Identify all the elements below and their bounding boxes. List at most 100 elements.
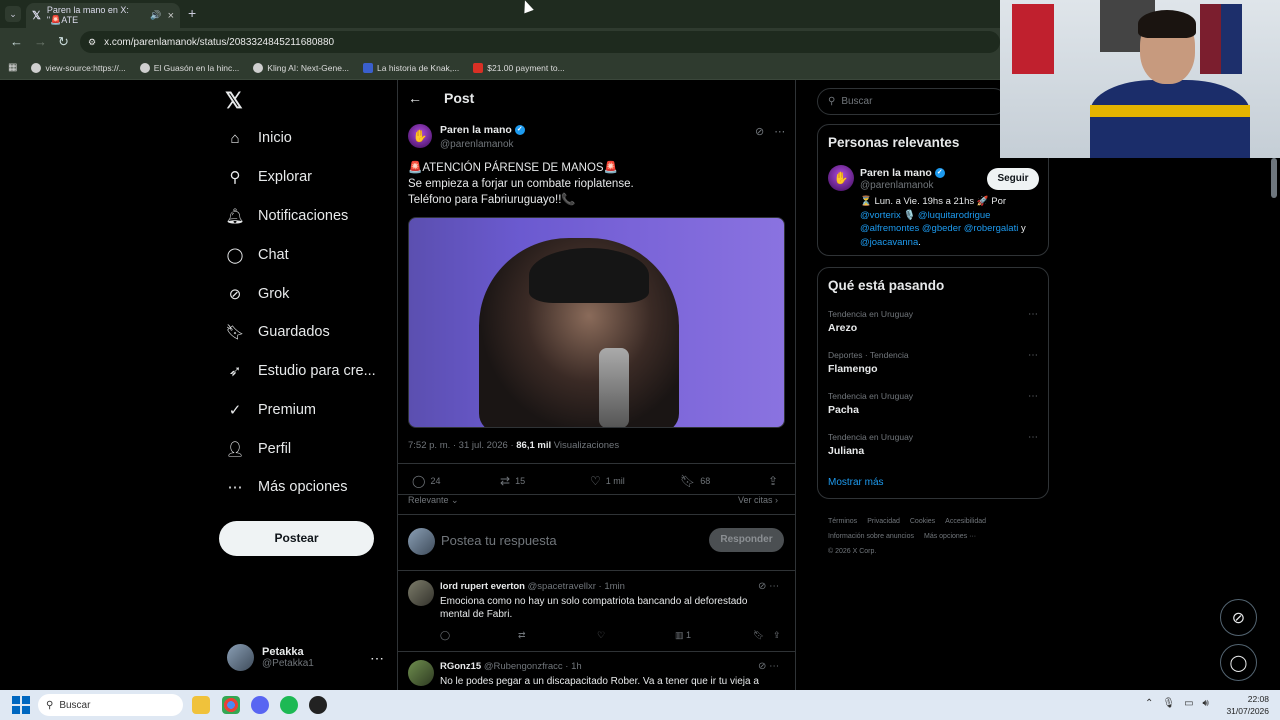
grok-icon[interactable]: ⊘ — [755, 125, 764, 138]
reload-icon[interactable]: ↻ — [58, 34, 69, 50]
comment-1[interactable]: lord rupert everton @spacetravellxr · 1m… — [398, 572, 795, 652]
quotes-link[interactable]: Ver citas › — [738, 495, 778, 505]
discord-icon[interactable] — [251, 696, 269, 714]
post-author[interactable]: ✋ Paren la mano ✓ @parenlamanok — [408, 124, 525, 150]
footer-link[interactable]: Más opciones ··· — [924, 533, 976, 540]
new-tab-button[interactable]: + — [188, 5, 196, 21]
back-arrow-icon[interactable]: ← — [408, 90, 422, 106]
sort-dropdown[interactable]: Relevante ⌄ — [408, 495, 459, 506]
post-time[interactable]: 7:52 p. m. · 31 jul. 2026 · — [408, 440, 516, 451]
scrollbar-thumb[interactable] — [1271, 158, 1277, 198]
reply-action[interactable]: ◯ 24 — [412, 474, 440, 488]
tab-search-button[interactable]: ⌄ — [5, 6, 21, 22]
share-icon[interactable]: ⇪ — [773, 630, 781, 641]
mic-icon[interactable]: 🎙︎ — [1162, 698, 1175, 709]
chat-float-button[interactable]: ◯ — [1220, 644, 1257, 681]
browser-tab[interactable]: 𝕏 Paren la mano en X: "🚨ATE 🔊 × — [26, 3, 180, 28]
nav-estudio[interactable]: ➶ Estudio para cre... — [226, 362, 376, 380]
apps-icon[interactable]: ▦ — [8, 62, 17, 73]
relevant-name[interactable]: Paren la mano ✓ — [860, 167, 945, 179]
footer-link[interactable]: Privacidad — [867, 518, 900, 525]
more-icon[interactable]: ⋯ — [1028, 309, 1038, 320]
taskbar-search[interactable]: ⚲ Buscar — [38, 694, 183, 716]
chevron-up-icon[interactable]: ⌃ — [1145, 698, 1153, 709]
comment-more-icon[interactable]: ⊘ ⋯ — [758, 581, 779, 592]
scrollbar[interactable] — [1271, 158, 1277, 688]
back-icon[interactable]: ← — [10, 34, 23, 49]
post-button[interactable]: Postear — [219, 521, 374, 556]
trend-item[interactable]: Tendencia en Uruguay Arezo ⋯ — [828, 309, 1038, 334]
close-tab-icon[interactable]: × — [168, 10, 174, 22]
spotify-icon[interactable] — [280, 696, 298, 714]
nav-premium[interactable]: ✓ Premium — [226, 401, 316, 419]
reply-input[interactable]: Postea tu respuesta — [441, 533, 557, 548]
system-clock[interactable]: 22:08 31/07/2026 — [1225, 693, 1269, 717]
search-input[interactable]: ⚲ Buscar — [817, 88, 1007, 115]
avatar[interactable] — [408, 580, 434, 606]
bookmark-icon[interactable]: 🔖︎ — [753, 630, 764, 641]
footer-link[interactable]: Términos — [828, 518, 857, 525]
nav-guardados[interactable]: 🔖︎ Guardados — [225, 323, 329, 341]
display-icon[interactable]: ▭ — [1184, 698, 1193, 709]
share-action[interactable]: ⇪ — [768, 474, 778, 488]
speaker-icon[interactable]: 🔊 — [150, 10, 161, 21]
nav-inicio[interactable]: ⌂ Inicio — [226, 129, 291, 147]
forward-icon[interactable]: → — [34, 34, 47, 49]
nav-mas-opciones[interactable]: ⋯ Más opciones — [226, 478, 348, 496]
nav-explorar[interactable]: ⚲ Explorar — [226, 168, 313, 186]
account-more-icon[interactable]: ⋯ — [370, 650, 384, 667]
bookmark-1[interactable]: view-source:https://... — [31, 62, 126, 73]
file-explorer-icon[interactable] — [192, 696, 210, 714]
comment-more-icon[interactable]: ⊘ ⋯ — [758, 661, 779, 672]
volume-icon[interactable]: 🔊︎ — [1203, 698, 1209, 709]
reply-icon[interactable]: ◯ — [440, 630, 450, 641]
post-video[interactable] — [408, 217, 785, 428]
mention-link[interactable]: @joacavanna — [860, 237, 918, 248]
nav-notificaciones[interactable]: 🔔︎ Notificaciones — [225, 207, 348, 225]
footer-link[interactable]: Accesibilidad — [945, 518, 986, 525]
more-icon[interactable]: ⋯ — [1028, 391, 1038, 402]
follow-button[interactable]: Seguir — [987, 168, 1039, 190]
bookmark-action[interactable]: 🔖︎ 68 — [680, 474, 710, 488]
mention-link[interactable]: @vorterix — [860, 210, 901, 221]
bookmark-2[interactable]: El Guasón en la hinc... — [139, 62, 239, 73]
bookmark-5[interactable]: $21.00 payment to... — [473, 62, 565, 73]
trend-item[interactable]: Deportes · Tendencia Flamengo ⋯ — [828, 350, 1038, 375]
bookmark-4[interactable]: La historia de Knak,... — [363, 62, 459, 73]
trend-item[interactable]: Tendencia en Uruguay Juliana ⋯ — [828, 432, 1038, 457]
author-avatar[interactable]: ✋ — [408, 124, 432, 148]
nav-perfil[interactable]: 👤︎ Perfil — [225, 440, 291, 458]
mention-link[interactable]: @luquitarodrigue — [918, 210, 991, 221]
views-action[interactable]: ▥ 1 — [675, 630, 691, 641]
mention-link[interactable]: @alfremontes @gbeder @robergalati — [860, 223, 1018, 234]
site-info-icon[interactable]: ⚙ — [88, 37, 96, 48]
author-avatar[interactable]: ✋ — [828, 165, 854, 191]
footer-link[interactable]: Información sobre anuncios — [828, 533, 914, 540]
obs-icon[interactable] — [309, 696, 327, 714]
repost-action[interactable]: ⇄ 15 — [500, 474, 525, 488]
windows-start-icon[interactable] — [12, 696, 30, 714]
author-name[interactable]: Paren la mano — [440, 124, 512, 136]
more-icon[interactable]: ⋯ — [1028, 350, 1038, 361]
grok-float-button[interactable]: ⊘ — [1220, 599, 1257, 636]
nav-chat[interactable]: ◯ Chat — [226, 246, 289, 264]
author-handle[interactable]: @parenlamanok — [440, 139, 525, 150]
account-switcher[interactable]: Petakka @Petakka1 — [227, 644, 314, 671]
address-bar[interactable]: ⚙ x.com/parenlamanok/status/208332484521… — [80, 31, 1000, 53]
nav-grok[interactable]: ⊘ Grok — [226, 285, 290, 303]
show-more-link[interactable]: Mostrar más — [828, 477, 884, 488]
footer-link[interactable]: Cookies — [910, 518, 935, 525]
more-icon[interactable]: ⋯ — [774, 125, 785, 138]
repost-icon[interactable]: ⇄ — [518, 630, 526, 641]
relevant-handle[interactable]: @parenlamanok — [860, 180, 934, 191]
like-action[interactable]: ♡ 1 mil — [590, 474, 625, 488]
comment-2[interactable]: RGonz15 @Rubengonzfracc · 1h ⊘ ⋯ No le p… — [398, 652, 795, 690]
chrome-icon[interactable] — [222, 696, 240, 714]
heart-icon[interactable]: ♡ — [597, 630, 605, 641]
x-logo-icon[interactable]: 𝕏 — [225, 88, 243, 114]
trend-item[interactable]: Tendencia en Uruguay Pacha ⋯ — [828, 391, 1038, 416]
more-icon[interactable]: ⋯ — [1028, 432, 1038, 443]
avatar[interactable] — [408, 660, 434, 686]
reply-button[interactable]: Responder — [709, 528, 784, 552]
bookmark-3[interactable]: Kling AI: Next-Gene... — [253, 62, 349, 73]
